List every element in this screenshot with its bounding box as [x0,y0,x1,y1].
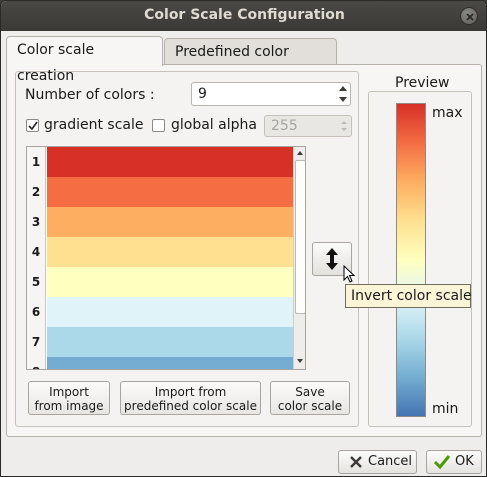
color-swatch[interactable] [47,147,293,177]
close-button[interactable] [460,7,478,25]
color-row[interactable]: 6 [27,297,293,328]
color-row-index: 3 [27,207,46,238]
color-swatch[interactable] [47,177,293,207]
invert-tooltip: Invert color scale [345,284,472,308]
spin-arrows[interactable] [336,83,350,105]
color-row-index: 1 [27,147,46,178]
cancel-button[interactable]: Cancel [338,450,417,474]
number-of-colors-spinbox[interactable]: 9 [191,82,351,106]
global-alpha-label: global alpha [171,117,257,133]
color-list[interactable]: 12345678 [26,146,306,370]
color-row-index: 4 [27,237,46,268]
mouse-pointer-icon [343,265,356,283]
save-line1: Save [295,385,325,399]
color-swatch[interactable] [47,297,293,327]
preview-gradient-bar [396,103,426,417]
import-predefined-line2: predefined color scale [124,399,257,413]
gradient-scale-checkbox[interactable] [26,119,39,132]
tab-predefined-color-scale[interactable]: Predefined color scale [164,38,337,86]
import-image-line1: Import [49,385,89,399]
title-bar: Color Scale Configuration [1,1,486,31]
ok-check-icon [433,455,451,470]
color-swatch[interactable] [47,267,293,297]
import-from-image-button[interactable]: Import from image [28,381,110,415]
global-alpha-checkbox[interactable] [152,119,165,132]
color-row-index: 8 [27,357,46,369]
color-swatch[interactable] [47,237,293,267]
close-icon [466,13,474,21]
color-list-scrollbar[interactable] [293,147,306,369]
color-row[interactable]: 1 [27,147,293,178]
global-alpha-value: 255 [271,118,298,134]
ok-button[interactable]: OK [426,450,482,474]
color-swatch[interactable] [47,327,293,357]
color-row[interactable]: 4 [27,237,293,268]
global-alpha-spinbox[interactable]: 255 [264,115,352,137]
preview-max-label: max [432,105,463,121]
tab-color-scale-creation[interactable]: Color scale creation [6,36,163,84]
import-predefined-line1: Import from [154,385,227,399]
cancel-x-icon [350,456,362,468]
spin-up-icon[interactable] [336,83,350,94]
spin-down-icon[interactable] [336,94,350,105]
color-swatch[interactable] [47,357,293,369]
scroll-up-icon[interactable] [294,147,306,159]
window-title: Color Scale Configuration [144,7,345,23]
color-row-index: 2 [27,177,46,208]
color-row[interactable]: 3 [27,207,293,238]
color-row[interactable]: 7 [27,327,293,358]
color-row[interactable]: 5 [27,267,293,298]
color-swatch[interactable] [47,207,293,237]
save-line2: color scale [277,399,343,413]
preview-title: Preview [393,75,452,91]
preview-min-label: min [432,401,459,417]
scroll-down-icon[interactable] [294,355,306,367]
dialog-window: Color Scale Configuration Color scale cr… [0,0,487,477]
color-row-index: 5 [27,267,46,298]
color-row[interactable]: 2 [27,177,293,208]
alpha-arrows-icon [341,121,347,131]
scroll-thumb[interactable] [295,160,305,314]
number-of-colors-label: Number of colors : [25,87,155,103]
import-predefined-button[interactable]: Import from predefined color scale [120,381,261,415]
gradient-scale-label: gradient scale [44,117,144,133]
import-image-line2: from image [34,399,104,413]
color-row[interactable]: 8 [27,357,293,369]
checkmark-icon [28,121,38,131]
color-row-index: 6 [27,297,46,328]
ok-label: OK [455,454,474,469]
save-color-scale-button[interactable]: Save color scale [270,381,350,415]
number-of-colors-value: 9 [198,86,207,102]
cancel-label: Cancel [368,454,413,469]
color-row-index: 7 [27,327,46,358]
